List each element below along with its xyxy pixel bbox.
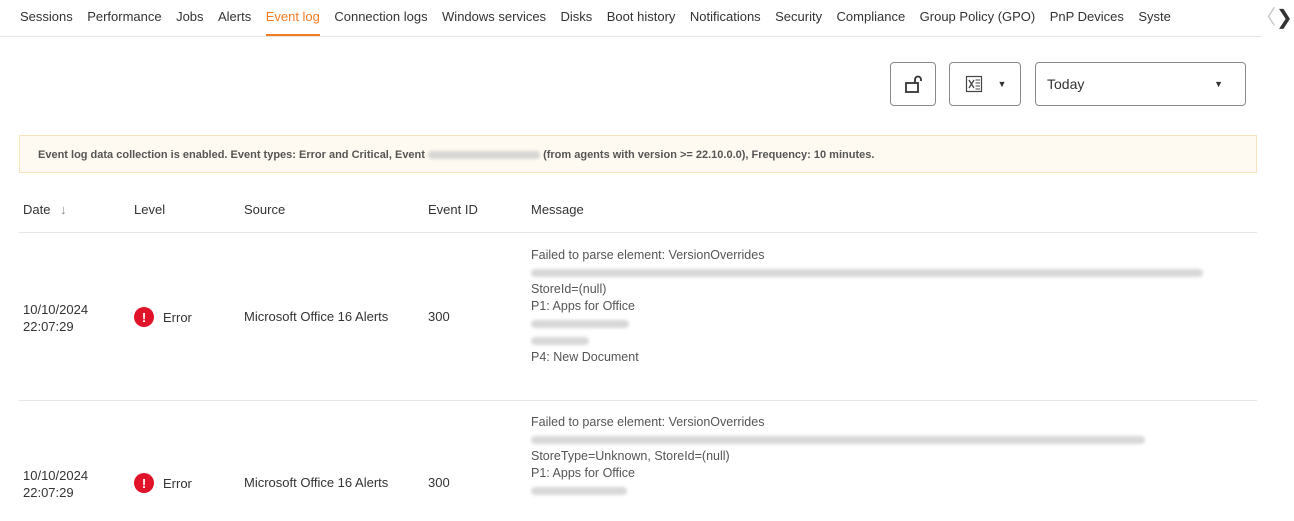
source-cell: Microsoft Office 16 Alerts <box>244 475 389 490</box>
chevron-down-icon: ▼ <box>1214 79 1223 89</box>
column-header-date[interactable]: Date ↓ <box>23 202 67 217</box>
sort-arrow-icon: ↓ <box>60 202 67 217</box>
date-value: 10/10/2024 <box>23 302 89 317</box>
tab-boot-history[interactable]: Boot history <box>607 0 676 27</box>
message-line-redacted <box>531 264 1203 281</box>
tab-bar: Sessions Performance Jobs Alerts Event l… <box>0 0 1262 37</box>
column-label: Date <box>23 202 51 217</box>
chevron-left-icon[interactable]: 〈 <box>1256 8 1276 28</box>
tab-group-policy[interactable]: Group Policy (GPO) <box>920 0 1036 27</box>
message-line: Failed to parse element: VersionOverride… <box>531 248 765 262</box>
message-line: StoreType=Unknown, StoreId=(null) <box>531 449 730 463</box>
tab-windows-services[interactable]: Windows services <box>442 0 546 27</box>
tab-sessions[interactable]: Sessions <box>20 0 73 27</box>
message-line: Failed to parse element: VersionOverride… <box>531 415 765 429</box>
unlock-button[interactable] <box>890 62 936 106</box>
message-line-redacted <box>531 431 1145 448</box>
event-id-cell: 300 <box>428 309 450 324</box>
export-excel-button[interactable]: ▼ <box>949 62 1021 106</box>
column-header-level[interactable]: Level <box>134 202 165 217</box>
message-line-redacted <box>531 482 1145 499</box>
excel-export-icon <box>965 75 982 93</box>
message-line: P4: New Document <box>531 350 639 364</box>
date-range-value: Today <box>1047 76 1085 92</box>
message-line: StoreId=(null) <box>531 282 607 296</box>
tab-disks[interactable]: Disks <box>561 0 593 27</box>
level-cell: ! Error <box>134 473 192 493</box>
level-value: Error <box>163 309 192 325</box>
table-header: Date ↓ Level Source Event ID Message <box>19 190 1257 233</box>
collection-notice: Event log data collection is enabled. Ev… <box>19 135 1257 173</box>
event-log-table: Date ↓ Level Source Event ID Message 10/… <box>19 190 1257 521</box>
tab-event-log[interactable]: Event log <box>265 0 321 36</box>
table-row[interactable]: 10/10/2024 22:07:29 ! Error Microsoft Of… <box>19 401 1257 521</box>
time-value: 22:07:29 <box>23 485 74 500</box>
unlock-icon <box>905 75 922 93</box>
level-cell: ! Error <box>134 307 192 327</box>
tab-security[interactable]: Security <box>775 0 822 27</box>
message-line: P1: Apps for Office <box>531 299 635 313</box>
level-value: Error <box>163 475 192 491</box>
tab-connection-logs[interactable]: Connection logs <box>334 0 427 27</box>
date-value: 10/10/2024 <box>23 468 89 483</box>
message-line-redacted <box>531 315 1203 332</box>
tab-alerts[interactable]: Alerts <box>218 0 251 27</box>
tab-notifications[interactable]: Notifications <box>690 0 761 27</box>
tab-performance[interactable]: Performance <box>87 0 161 27</box>
error-icon: ! <box>134 307 154 327</box>
chevron-down-icon: ▼ <box>997 79 1007 89</box>
tab-pnp-devices[interactable]: PnP Devices <box>1050 0 1124 27</box>
source-cell: Microsoft Office 16 Alerts <box>244 309 389 324</box>
tab-jobs[interactable]: Jobs <box>176 0 203 27</box>
notice-text-before: Event log data collection is enabled. Ev… <box>38 149 425 161</box>
message-cell: Failed to parse element: VersionOverride… <box>531 247 1203 366</box>
time-value: 22:07:29 <box>23 319 74 334</box>
date-range-select[interactable]: Today ▼ <box>1035 62 1246 106</box>
column-header-source[interactable]: Source <box>244 202 285 217</box>
message-line-redacted <box>531 332 1203 349</box>
date-cell: 10/10/2024 22:07:29 <box>23 467 88 501</box>
notice-text-after: (from agents with version >= 22.10.0.0),… <box>543 149 875 161</box>
message-line: P1: Apps for Office <box>531 466 635 480</box>
column-header-message[interactable]: Message <box>531 202 584 217</box>
chevron-right-icon[interactable]: ❯ <box>1276 8 1293 28</box>
message-cell: Failed to parse element: VersionOverride… <box>531 414 1145 499</box>
tab-compliance[interactable]: Compliance <box>837 0 906 27</box>
tab-system[interactable]: Syste <box>1138 0 1171 27</box>
error-icon: ! <box>134 473 154 493</box>
date-cell: 10/10/2024 22:07:29 <box>23 301 88 335</box>
event-id-cell: 300 <box>428 475 450 490</box>
table-row[interactable]: 10/10/2024 22:07:29 ! Error Microsoft Of… <box>19 233 1257 401</box>
redacted-value <box>428 151 540 160</box>
column-header-event-id[interactable]: Event ID <box>428 202 478 217</box>
